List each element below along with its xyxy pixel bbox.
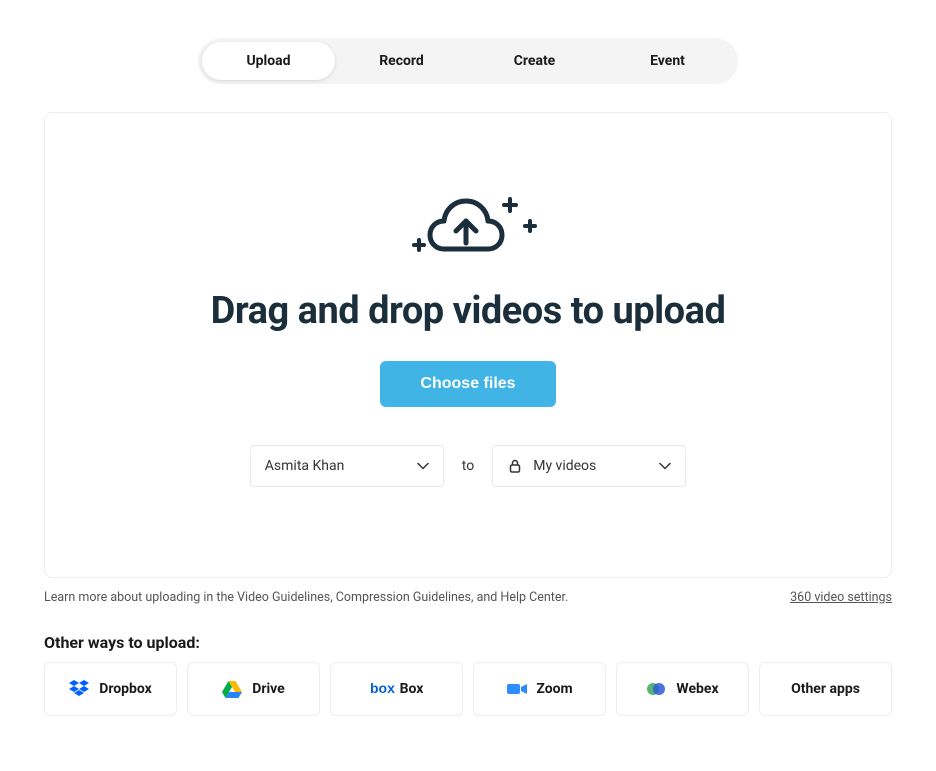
to-label: to — [462, 458, 474, 474]
choose-files-button[interactable]: Choose files — [380, 361, 555, 407]
tab-event[interactable]: Event — [601, 42, 734, 80]
zoom-icon — [506, 679, 526, 699]
owner-select[interactable]: Asmita Khan — [250, 445, 444, 487]
webex-icon — [646, 679, 666, 699]
destination-select-value: My videos — [533, 458, 649, 474]
cloud-upload-icon — [388, 193, 548, 269]
upload-card: Drag and drop videos to upload Choose fi… — [44, 112, 892, 578]
app-box[interactable]: box Box — [330, 662, 463, 716]
svg-text:box: box — [370, 680, 395, 696]
app-label: Other apps — [791, 681, 860, 697]
apps-row: Dropbox Drive box Box Zoom Webex Other a… — [44, 662, 892, 716]
owner-select-value: Asmita Khan — [265, 458, 407, 474]
app-label: Box — [400, 681, 424, 697]
box-icon: box — [370, 679, 390, 699]
lock-icon — [507, 458, 523, 474]
tab-record[interactable]: Record — [335, 42, 468, 80]
app-drive[interactable]: Drive — [187, 662, 320, 716]
app-label: Drive — [252, 681, 285, 697]
destination-select[interactable]: My videos — [492, 445, 686, 487]
tab-pill: Upload Record Create Event — [198, 38, 738, 84]
app-webex[interactable]: Webex — [616, 662, 749, 716]
chevron-down-icon — [659, 459, 671, 473]
app-other[interactable]: Other apps — [759, 662, 892, 716]
app-label: Dropbox — [99, 681, 152, 697]
learn-more-text: Learn more about uploading in the Video … — [44, 590, 568, 605]
chevron-down-icon — [417, 459, 429, 473]
footer-row: Learn more about uploading in the Video … — [44, 590, 892, 605]
app-zoom[interactable]: Zoom — [473, 662, 606, 716]
video-settings-link[interactable]: 360 video settings — [790, 590, 892, 605]
tab-bar: Upload Record Create Event — [0, 38, 936, 84]
destination-row: Asmita Khan to My videos — [250, 445, 686, 487]
app-label: Zoom — [536, 681, 572, 697]
other-ways-title: Other ways to upload: — [44, 633, 892, 652]
drive-icon — [222, 679, 242, 699]
tab-create[interactable]: Create — [468, 42, 601, 80]
tab-upload[interactable]: Upload — [202, 42, 335, 80]
app-dropbox[interactable]: Dropbox — [44, 662, 177, 716]
dropbox-icon — [69, 679, 89, 699]
upload-heading: Drag and drop videos to upload — [211, 289, 726, 333]
app-label: Webex — [676, 681, 718, 697]
